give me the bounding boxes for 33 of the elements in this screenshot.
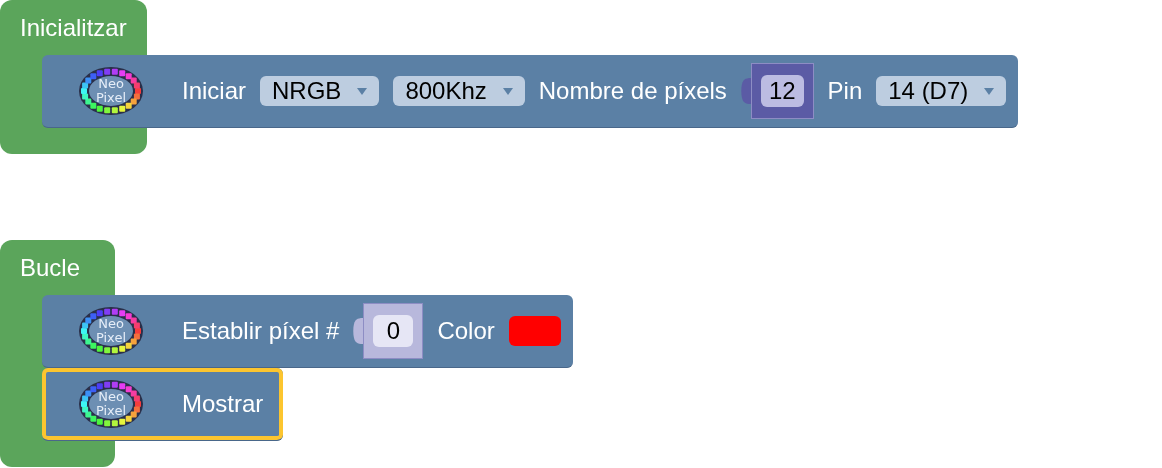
logo-text: Pixel (95, 403, 127, 418)
logo-text: Neo (98, 316, 124, 331)
dropdown[interactable]: 800Khz (393, 76, 525, 106)
dropdown[interactable]: NRGB (260, 76, 380, 106)
puzzle-tab-icon (353, 318, 364, 344)
number-field[interactable]: 0 (373, 315, 414, 347)
statement-block[interactable]: Neo Pixel Iniciar NRGB 800Khz Nombre de píxels 12 Pin 14 (D7) (42, 55, 1019, 128)
event-label: Inicialitzar (19, 13, 128, 43)
event-block[interactable]: Inicialitzar Neo Pixel Iniciar NRGB 800Khz Nombre de píxels 12 Pin 14 (D7) (0, 0, 1019, 154)
caret-icon (502, 87, 513, 95)
logo-text: Pixel (95, 330, 127, 345)
statement-block[interactable]: Neo Pixel Mostrar (42, 368, 284, 441)
block-label: Color (437, 316, 495, 346)
led-ring-icon (79, 307, 143, 355)
caret-icon (357, 87, 368, 95)
block-label: Iniciar (182, 76, 247, 106)
dropdown[interactable]: 14 (D7) (876, 76, 1007, 106)
number-field[interactable]: 12 (760, 75, 804, 107)
puzzle-tab-icon (740, 78, 751, 104)
color-swatch[interactable] (508, 316, 561, 346)
block-label: Mostrar (182, 389, 264, 419)
led-ring-icon (79, 380, 143, 428)
logo-text: Neo (98, 389, 124, 404)
statement-block[interactable]: Neo Pixel Establir píxel # 0 Color (42, 295, 573, 368)
event-label: Bucle (19, 253, 82, 283)
caret-icon (984, 87, 995, 95)
event-block[interactable]: Bucle Neo Pixel Establir píxel # 0 Color Neo Pixel Mostrar (0, 240, 573, 467)
led-ring-icon (79, 67, 143, 115)
block-label: Pin (827, 76, 863, 106)
logo-text: Pixel (95, 90, 127, 105)
block-label: Nombre de píxels (538, 76, 727, 106)
logo-text: Neo (98, 76, 124, 91)
block-label: Establir píxel # (182, 316, 340, 346)
